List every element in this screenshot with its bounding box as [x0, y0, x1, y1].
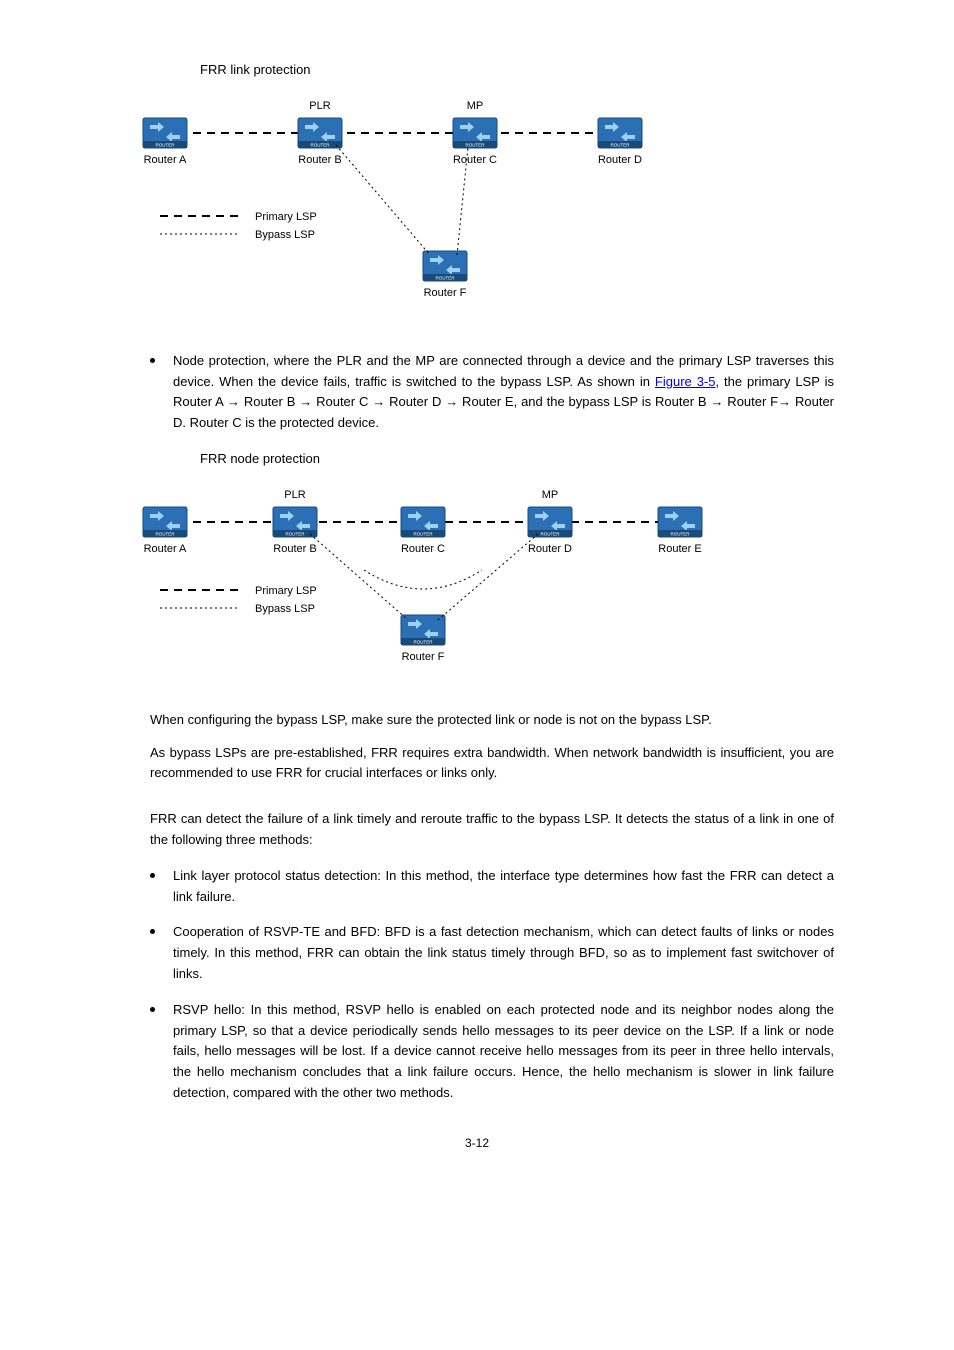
svg-text:PLR: PLR [284, 489, 305, 501]
figure-3-5-link[interactable]: Figure 3-5 [655, 374, 716, 389]
svg-text:Router E: Router E [658, 543, 701, 555]
svg-text:Bypass LSP: Bypass LSP [255, 603, 315, 615]
svg-text:Primary LSP: Primary LSP [255, 585, 317, 597]
paragraph-configure-bypass: When configuring the bypass LSP, make su… [150, 710, 834, 731]
figure2-diagram: PLR MP Router A Router B Router C Router… [120, 480, 834, 680]
svg-text:Router F: Router F [424, 287, 467, 299]
bullet-dot [150, 873, 155, 878]
paragraph-detect-intro: FRR can detect the failure of a link tim… [150, 809, 834, 851]
bullet-node-protection: Node protection, where the PLR and the M… [150, 351, 834, 434]
bullet-rsvp-hello: RSVP hello: In this method, RSVP hello i… [150, 1000, 834, 1104]
figure2-caption: FRR node protection [200, 449, 834, 470]
bullet-dot [150, 929, 155, 934]
svg-text:Router C: Router C [453, 154, 497, 166]
bullet-dot [150, 1007, 155, 1012]
svg-text:Router B: Router B [273, 543, 316, 555]
figure1-diagram: ROUTER PLR MP Router A Router B Router C… [120, 91, 834, 321]
svg-text:MP: MP [542, 489, 559, 501]
svg-text:MP: MP [467, 100, 484, 112]
svg-text:Router B: Router B [298, 154, 341, 166]
svg-text:PLR: PLR [309, 100, 330, 112]
svg-text:Router C: Router C [401, 543, 445, 555]
figure1-caption: FRR link protection [200, 60, 834, 81]
svg-text:Router D: Router D [528, 543, 572, 555]
page-number: 3-12 [120, 1134, 834, 1153]
svg-text:Router A: Router A [144, 543, 187, 555]
bullet-rsvp-bfd: Cooperation of RSVP-TE and BFD: BFD is a… [150, 922, 834, 984]
svg-text:Router A: Router A [144, 154, 187, 166]
svg-text:Bypass LSP: Bypass LSP [255, 229, 315, 241]
svg-text:Primary LSP: Primary LSP [255, 211, 317, 223]
paragraph-bandwidth: As bypass LSPs are pre-established, FRR … [150, 743, 834, 785]
svg-text:Router D: Router D [598, 154, 642, 166]
bullet-link-layer: Link layer protocol status detection: In… [150, 866, 834, 908]
bullet-dot [150, 358, 155, 363]
svg-text:Router F: Router F [402, 651, 445, 663]
